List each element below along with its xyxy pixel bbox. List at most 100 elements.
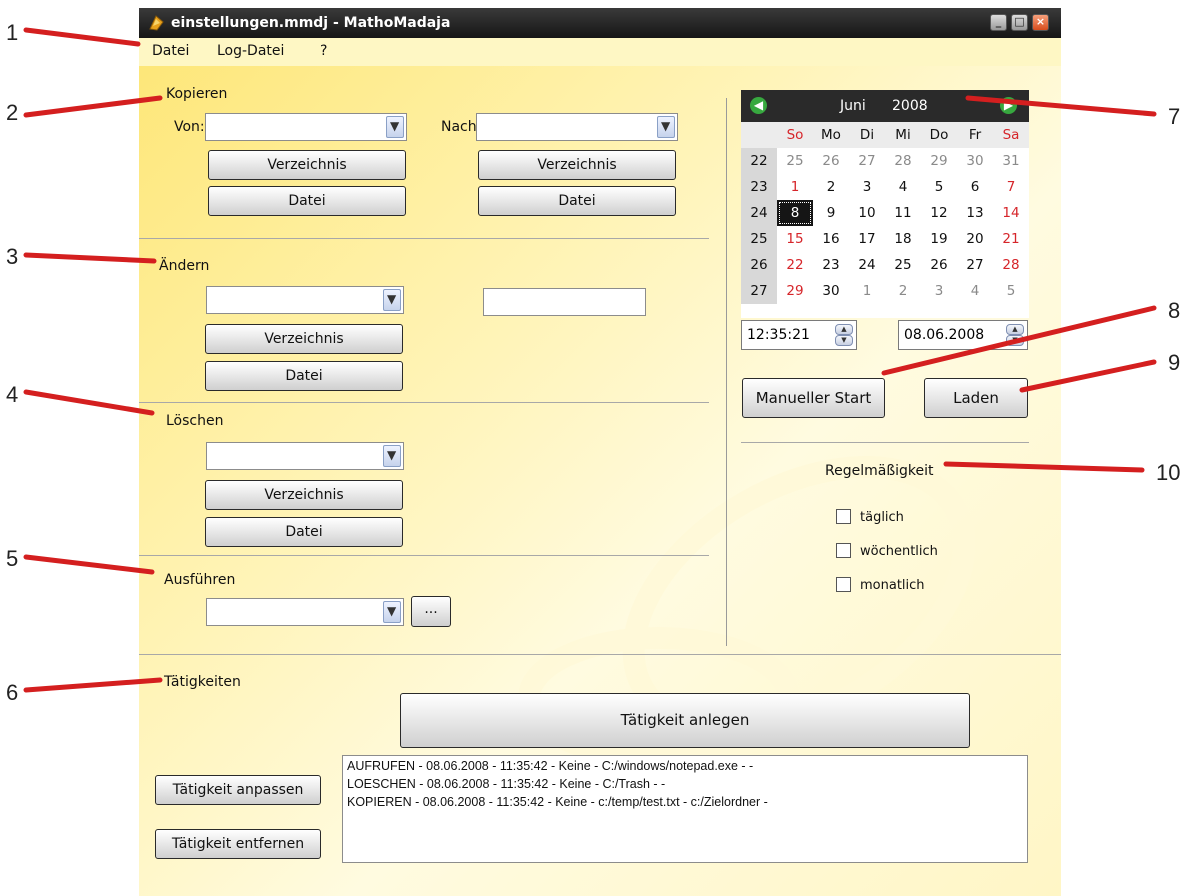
calendar-day[interactable]: 7 — [993, 174, 1029, 200]
minimize-button[interactable]: _ — [990, 14, 1007, 31]
calendar-day[interactable]: 13 — [957, 200, 993, 226]
spin-up-icon[interactable]: ▲ — [1006, 324, 1024, 335]
chevron-down-icon[interactable]: ▼ — [386, 116, 404, 138]
von-combo[interactable]: ▼ — [205, 113, 407, 141]
chevron-down-icon[interactable]: ▼ — [383, 445, 401, 467]
list-item[interactable]: KOPIEREN - 08.06.2008 - 11:35:42 - Keine… — [347, 795, 768, 809]
calendar-day[interactable]: 25 — [885, 252, 921, 278]
calendar-day[interactable]: 2 — [885, 278, 921, 304]
aendern-combo[interactable]: ▼ — [206, 286, 404, 314]
calendar-day[interactable]: 26 — [921, 252, 957, 278]
calendar-day[interactable]: 25 — [777, 148, 813, 174]
calendar-day[interactable]: 6 — [957, 174, 993, 200]
calendar-day[interactable]: 5 — [921, 174, 957, 200]
arrow-left-icon[interactable]: ◀ — [750, 97, 767, 114]
loeschen-verzeichnis-button[interactable]: Verzeichnis — [205, 480, 403, 510]
date-spinner[interactable]: 08.06.2008 ▲ ▼ — [898, 320, 1028, 350]
nach-verzeichnis-button[interactable]: Verzeichnis — [478, 150, 676, 180]
list-item[interactable]: AUFRUFEN - 08.06.2008 - 11:35:42 - Keine… — [347, 759, 753, 773]
calendar-day[interactable]: 21 — [993, 226, 1029, 252]
spin-down-icon[interactable]: ▼ — [835, 335, 853, 346]
calendar-day[interactable]: 28 — [885, 148, 921, 174]
taetigkeit-anpassen-button[interactable]: Tätigkeit anpassen — [155, 775, 321, 805]
calendar-day[interactable]: 31 — [993, 148, 1029, 174]
calendar-day[interactable]: 30 — [813, 278, 849, 304]
date-spin-arrows[interactable]: ▲ ▼ — [1006, 324, 1024, 346]
manual-start-button[interactable]: Manueller Start — [742, 378, 885, 418]
menu-help[interactable]: ? — [320, 43, 327, 59]
calendar-day[interactable]: 19 — [921, 226, 957, 252]
calendar-day[interactable]: 16 — [813, 226, 849, 252]
divider — [741, 442, 1029, 443]
menu-datei[interactable]: Datei — [152, 43, 189, 59]
calendar-day[interactable]: 28 — [993, 252, 1029, 278]
chevron-down-icon[interactable]: ▼ — [383, 601, 401, 623]
calendar-day[interactable]: 4 — [885, 174, 921, 200]
taetigkeiten-list[interactable]: AUFRUFEN - 08.06.2008 - 11:35:42 - Keine… — [342, 755, 1028, 863]
calendar-day[interactable]: 20 — [957, 226, 993, 252]
spin-down-icon[interactable]: ▼ — [1006, 335, 1024, 346]
calendar-day[interactable]: 14 — [993, 200, 1029, 226]
nach-combo[interactable]: ▼ — [476, 113, 678, 141]
calendar-day[interactable]: 9 — [813, 200, 849, 226]
calendar-year[interactable]: 2008 — [892, 98, 928, 114]
loeschen-combo[interactable]: ▼ — [206, 442, 404, 470]
aendern-verzeichnis-button[interactable]: Verzeichnis — [205, 324, 403, 354]
checkbox-monatlich[interactable] — [836, 577, 851, 592]
calendar-month[interactable]: Juni — [840, 98, 866, 114]
calendar-day[interactable]: 23 — [813, 252, 849, 278]
calendar-day[interactable]: 15 — [777, 226, 813, 252]
calendar-day[interactable]: 17 — [849, 226, 885, 252]
browse-button[interactable]: ... — [411, 596, 451, 627]
ausfuehren-combo[interactable]: ▼ — [206, 598, 404, 626]
calendar-day[interactable]: 8 — [777, 200, 813, 226]
calendar-day[interactable]: 11 — [885, 200, 921, 226]
aendern-text-input[interactable] — [483, 288, 646, 316]
calendar-day[interactable]: 2 — [813, 174, 849, 200]
time-spinner[interactable]: 12:35:21 ▲ ▼ — [741, 320, 857, 350]
taetigkeit-entfernen-button[interactable]: Tätigkeit entfernen — [155, 829, 321, 859]
app-logo-icon — [149, 15, 164, 31]
maximize-button[interactable]: □ — [1011, 14, 1028, 31]
aendern-datei-button[interactable]: Datei — [205, 361, 403, 391]
calendar-day[interactable]: 5 — [993, 278, 1029, 304]
nach-datei-button[interactable]: Datei — [478, 186, 676, 216]
calendar-day[interactable]: 22 — [777, 252, 813, 278]
von-verzeichnis-button[interactable]: Verzeichnis — [208, 150, 406, 180]
calendar-dow-6: Sa — [993, 122, 1029, 148]
regelmaessigkeit-label: Regelmäßigkeit — [825, 463, 934, 479]
calendar-day[interactable]: 3 — [921, 278, 957, 304]
calendar-day[interactable]: 3 — [849, 174, 885, 200]
loeschen-datei-button[interactable]: Datei — [205, 517, 403, 547]
laden-button[interactable]: Laden — [924, 378, 1028, 418]
calendar-day[interactable]: 10 — [849, 200, 885, 226]
calendar[interactable]: ◀ Juni 2008 ▶ So Mo Di Mi Do Fr Sa 22 25 26 27 28 29… — [741, 90, 1029, 318]
taetigkeit-anlegen-button[interactable]: Tätigkeit anlegen — [400, 693, 970, 748]
arrow-right-icon[interactable]: ▶ — [1000, 97, 1017, 114]
calendar-day[interactable]: 29 — [921, 148, 957, 174]
calendar-day[interactable]: 24 — [849, 252, 885, 278]
calendar-day[interactable]: 1 — [777, 174, 813, 200]
time-spin-arrows[interactable]: ▲ ▼ — [835, 324, 853, 346]
list-item[interactable]: LOESCHEN - 08.06.2008 - 11:35:42 - Keine… — [347, 777, 665, 791]
calendar-day[interactable]: 27 — [957, 252, 993, 278]
checkbox-woechentlich[interactable] — [836, 543, 851, 558]
calendar-corner — [741, 122, 777, 148]
menu-log-datei[interactable]: Log-Datei — [217, 43, 284, 59]
calendar-day[interactable]: 4 — [957, 278, 993, 304]
chevron-down-icon[interactable]: ▼ — [657, 116, 675, 138]
calendar-day[interactable]: 26 — [813, 148, 849, 174]
calendar-day[interactable]: 12 — [921, 200, 957, 226]
close-button[interactable]: × — [1032, 14, 1049, 31]
chevron-down-icon[interactable]: ▼ — [383, 289, 401, 311]
title-bar[interactable]: einstellungen.mmdj - MathoMadaja _ □ × — [139, 8, 1061, 38]
spin-up-icon[interactable]: ▲ — [835, 324, 853, 335]
calendar-day[interactable]: 29 — [777, 278, 813, 304]
calendar-dow-3: Mi — [885, 122, 921, 148]
von-datei-button[interactable]: Datei — [208, 186, 406, 216]
calendar-day[interactable]: 30 — [957, 148, 993, 174]
calendar-day[interactable]: 18 — [885, 226, 921, 252]
calendar-day[interactable]: 27 — [849, 148, 885, 174]
checkbox-taeglich[interactable] — [836, 509, 851, 524]
calendar-day[interactable]: 1 — [849, 278, 885, 304]
